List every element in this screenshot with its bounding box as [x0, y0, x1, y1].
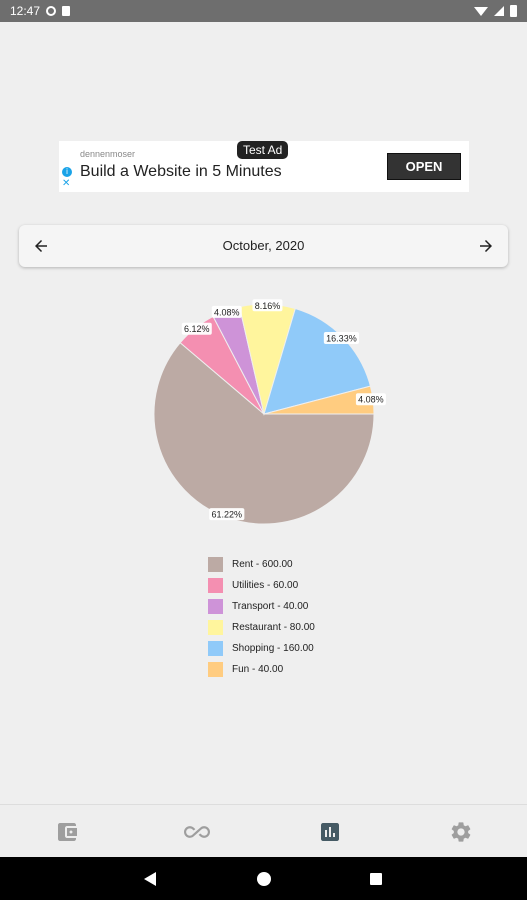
legend-swatch [208, 557, 223, 572]
svg-text:61.22%: 61.22% [212, 510, 243, 520]
legend-label: Utilities - 60.00 [232, 580, 299, 591]
ad-headline[interactable]: Build a Website in 5 Minutes [80, 163, 282, 181]
legend-label: Shopping - 160.00 [232, 643, 314, 654]
wallet-icon [58, 823, 77, 841]
nav-settings[interactable] [448, 819, 474, 845]
settings-icon [451, 822, 471, 842]
status-time: 12:47 [10, 4, 41, 18]
legend-label: Fun - 40.00 [232, 664, 284, 675]
test-ad-badge: Test Ad [237, 141, 289, 159]
svg-text:16.33%: 16.33% [326, 334, 357, 344]
legend-item-restaurant: Restaurant - 80.00 [208, 617, 315, 638]
legend-item-transport: Transport - 40.00 [208, 596, 315, 617]
legend-swatch [208, 662, 223, 677]
sd-card-icon [62, 6, 71, 16]
pie-label-restaurant: 8.16% [252, 299, 283, 312]
legend-swatch [208, 620, 223, 635]
stats-icon [321, 823, 339, 841]
svg-text:4.08%: 4.08% [358, 395, 384, 405]
svg-text:6.12%: 6.12% [184, 324, 210, 334]
notification-p-icon [46, 6, 57, 16]
pie-label-fun: 4.08% [355, 393, 386, 406]
legend-item-fun: Fun - 40.00 [208, 659, 315, 680]
pie-label-utilities: 6.12% [181, 322, 212, 335]
system-back-icon[interactable] [144, 872, 156, 886]
nav-statistics[interactable] [317, 819, 343, 845]
ad-banner[interactable]: Test Ad dennenmoser Build a Website in 5… [59, 141, 469, 192]
legend-item-shopping: Shopping - 160.00 [208, 638, 315, 659]
svg-text:4.08%: 4.08% [214, 307, 240, 317]
ad-open-button[interactable]: OPEN [387, 153, 461, 180]
month-title: October, 2020 [222, 238, 305, 253]
system-navigation-bar [0, 857, 527, 900]
legend-item-utilities: Utilities - 60.00 [208, 575, 315, 596]
legend-swatch [208, 578, 223, 593]
legend-swatch [208, 599, 223, 614]
status-bar: 12:47 [0, 0, 527, 22]
legend-item-rent: Rent - 600.00 [208, 554, 315, 575]
pie-label-shopping: 16.33% [323, 332, 360, 345]
system-home-icon[interactable] [257, 872, 271, 886]
ad-close-icon[interactable]: ✕ [62, 179, 70, 189]
ad-info-icon[interactable]: i [62, 167, 72, 177]
legend-label: Transport - 40.00 [232, 601, 309, 612]
signal-icon [494, 6, 504, 16]
legend-swatch [208, 641, 223, 656]
recurring-icon [184, 826, 210, 838]
system-recents-icon[interactable] [370, 873, 382, 885]
expense-pie-chart: 61.22% 6.12% 4.08% 8.16% 16.33% 4.08% [0, 290, 527, 540]
pie-label-transport: 4.08% [211, 305, 242, 318]
arrow-right-icon [480, 240, 492, 252]
legend-label: Restaurant - 80.00 [232, 622, 315, 633]
nav-recurring[interactable] [184, 819, 210, 845]
ad-advertiser: dennenmoser [80, 149, 136, 159]
wifi-icon [474, 6, 488, 16]
pie-chart-svg: 61.22% 6.12% 4.08% 8.16% 16.33% 4.08% [153, 299, 386, 525]
battery-icon [510, 5, 517, 17]
svg-text:8.16%: 8.16% [255, 301, 281, 311]
nav-wallet[interactable] [54, 819, 80, 845]
next-month-button[interactable] [470, 230, 502, 262]
legend-label: Rent - 600.00 [232, 559, 293, 570]
month-selector: October, 2020 [19, 225, 508, 267]
bottom-navigation [0, 804, 527, 857]
pie-label-rent: 61.22% [209, 508, 245, 521]
chart-legend: Rent - 600.00 Utilities - 60.00 Transport … [208, 554, 315, 680]
